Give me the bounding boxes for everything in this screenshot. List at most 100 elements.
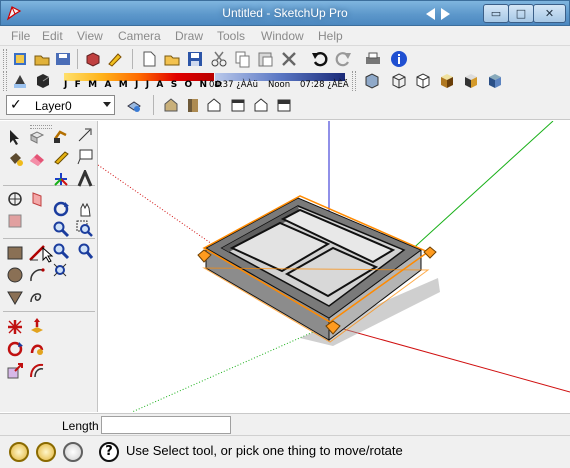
minimize-button[interactable]: ▭ (483, 4, 509, 23)
iso-view-icon[interactable] (162, 96, 180, 114)
axes-icon[interactable] (52, 170, 70, 188)
new-file-icon[interactable] (140, 50, 158, 68)
top-view-icon[interactable] (184, 96, 202, 114)
palette-separator (3, 238, 95, 239)
cut-icon[interactable] (210, 50, 228, 68)
push-pull-icon[interactable] (28, 318, 46, 336)
shaded-textures-icon[interactable] (462, 72, 480, 90)
time-end-label: 07:28 ¿ÀÈÄ (300, 80, 349, 90)
eraser-icon[interactable] (28, 150, 46, 168)
rotate-grip-right[interactable] (423, 246, 437, 259)
length-label: Length (62, 419, 99, 433)
menu-tools[interactable]: Tools (217, 29, 245, 43)
wireframe-icon[interactable] (390, 72, 408, 90)
menu-help[interactable]: Help (318, 29, 343, 43)
measurements-bar: Length (0, 413, 570, 435)
open-file-icon[interactable] (163, 50, 181, 68)
text-icon[interactable] (76, 148, 94, 166)
credits-icon[interactable] (36, 442, 56, 462)
right-view-icon[interactable] (229, 96, 247, 114)
layer-name: Layer0 (35, 99, 72, 113)
select-arrow-icon[interactable] (6, 128, 24, 146)
hidden-line-icon[interactable] (414, 72, 432, 90)
help-icon[interactable]: ? (99, 442, 119, 462)
toolbar-grip[interactable] (3, 49, 7, 69)
freehand-icon[interactable] (28, 288, 46, 306)
scale-icon[interactable] (6, 362, 24, 380)
new-icon[interactable] (11, 50, 29, 68)
title-bar: Untitled - SketchUp Pro ▭ □ ✕ (0, 0, 570, 26)
menu-view[interactable]: View (77, 29, 103, 43)
toolbar-grip[interactable] (352, 71, 356, 91)
time-noon-label: Noon (268, 80, 291, 90)
model-viewport[interactable] (98, 121, 570, 413)
open-icon[interactable] (33, 50, 51, 68)
shadow-settings-icon[interactable] (11, 72, 29, 90)
status-message: Use Select tool, or pick one thing to mo… (126, 443, 403, 458)
checkmark-icon: ✓ (10, 97, 22, 113)
length-input[interactable] (101, 416, 231, 434)
walk-zoom-icon[interactable] (52, 262, 70, 280)
follow-me-icon[interactable] (52, 126, 70, 144)
display-shadows-icon[interactable] (34, 72, 52, 90)
palette-separator (3, 311, 95, 312)
move-icon[interactable] (6, 318, 24, 336)
xray-icon[interactable] (363, 72, 381, 90)
walk-icon[interactable] (6, 212, 24, 230)
zoom-extents-icon[interactable] (76, 242, 94, 260)
paste-icon[interactable] (256, 50, 274, 68)
menu-camera[interactable]: Camera (118, 29, 161, 43)
front-view-icon[interactable] (205, 96, 223, 114)
rectangle-icon[interactable] (6, 244, 24, 262)
close-button[interactable]: ✕ (533, 4, 566, 23)
tape-measure-icon[interactable] (52, 148, 70, 166)
user-icon[interactable] (63, 442, 83, 462)
menu-edit[interactable]: Edit (42, 29, 63, 43)
paint-icon[interactable] (106, 50, 124, 68)
arc-icon[interactable] (28, 266, 46, 284)
left-view-icon[interactable] (275, 96, 293, 114)
make-component-icon[interactable] (84, 50, 102, 68)
chevron-down-icon (103, 102, 111, 107)
save-file-icon[interactable] (186, 50, 204, 68)
shaded-icon[interactable] (438, 72, 456, 90)
erase-icon[interactable] (280, 50, 298, 68)
print-icon[interactable] (364, 50, 382, 68)
toolbar-grip[interactable] (3, 71, 7, 91)
rotate-icon[interactable] (6, 340, 24, 358)
monochrome-icon[interactable] (486, 72, 504, 90)
copy-icon[interactable] (233, 50, 251, 68)
redo-icon[interactable] (334, 50, 352, 68)
layer-manager-icon[interactable] (125, 96, 143, 114)
pan-icon[interactable] (76, 200, 94, 218)
menu-file[interactable]: File (11, 29, 30, 43)
save-icon[interactable] (54, 50, 72, 68)
scene-canvas[interactable] (98, 121, 570, 413)
layer-dropdown[interactable]: Layer0 (6, 95, 115, 115)
window-nav-arrows-icon[interactable] (424, 7, 452, 21)
paint-bucket-icon[interactable] (6, 150, 24, 168)
menu-draw[interactable]: Draw (175, 29, 203, 43)
3d-text-icon[interactable] (76, 170, 94, 188)
orbit-icon[interactable] (52, 200, 70, 218)
component-icon[interactable] (28, 128, 46, 146)
position-camera-icon[interactable] (6, 190, 24, 208)
menu-window[interactable]: Window (261, 29, 304, 43)
month-labels: J F M A M J J A S O N D (64, 80, 224, 90)
follow-path-icon[interactable] (28, 340, 46, 358)
time-start-label: 04:37 ¿ÀÀü (209, 80, 258, 90)
model-info-icon[interactable] (390, 50, 408, 68)
circle-icon[interactable] (6, 266, 24, 284)
toolbar-separator (132, 49, 133, 69)
dimension-icon[interactable] (76, 126, 94, 144)
polygon-icon[interactable] (6, 288, 24, 306)
offset-icon[interactable] (28, 362, 46, 380)
geo-location-icon[interactable] (9, 442, 29, 462)
maximize-button[interactable]: □ (508, 4, 534, 23)
section-plane-icon[interactable] (28, 190, 46, 208)
zoom-icon[interactable] (52, 220, 70, 238)
zoom-window-icon[interactable] (76, 220, 94, 238)
toolbar-separator (77, 49, 78, 69)
back-view-icon[interactable] (252, 96, 270, 114)
undo-icon[interactable] (311, 50, 329, 68)
